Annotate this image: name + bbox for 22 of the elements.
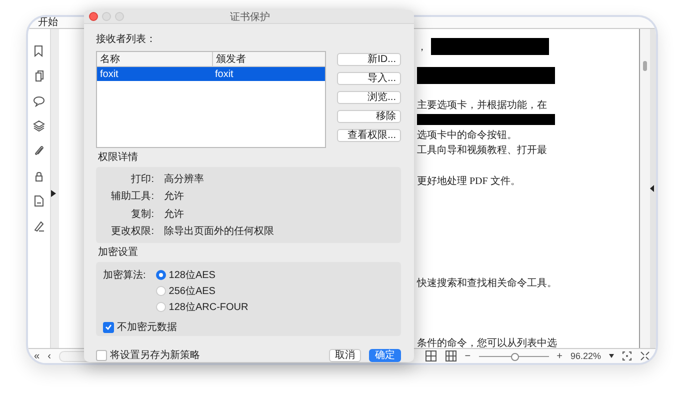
body-text: 主要选项卡，并根据功能，在 (417, 98, 547, 112)
table-cell-text: foxit (214, 68, 234, 80)
body-text: 选项卡中的命令按钮。 (417, 128, 517, 142)
field-label: 加密算法: (103, 268, 147, 283)
body-text: ， (417, 40, 427, 54)
dialog-title: 证书保护 (230, 10, 270, 24)
body-text: 条件的命令，您可以从列表中选 (417, 336, 557, 350)
field-label: 打印: (130, 172, 155, 186)
table-cell-text: foxit (99, 68, 120, 80)
section-label: 权限详情 (97, 151, 139, 165)
body-text: 工具向导和视频教程、打开最 (417, 144, 547, 156)
field-value: 高分辨率 (164, 172, 204, 186)
field-label: 辅助工具: (110, 190, 155, 204)
body-text: 快速搜索和查找相关命令工具。 (417, 276, 557, 290)
field-value: 允许 (164, 208, 184, 221)
field-value: 允许 (164, 190, 184, 204)
section-label: 加密设置 (97, 246, 139, 260)
field-value: 除导出页面外的任何权限 (164, 224, 274, 238)
field-label: 复制: (130, 208, 155, 221)
body-text: 更好地处理 PDF 文件。 (417, 174, 520, 188)
field-label: 更改权限: (110, 224, 155, 238)
section-label: 接收者列表： (96, 33, 157, 47)
